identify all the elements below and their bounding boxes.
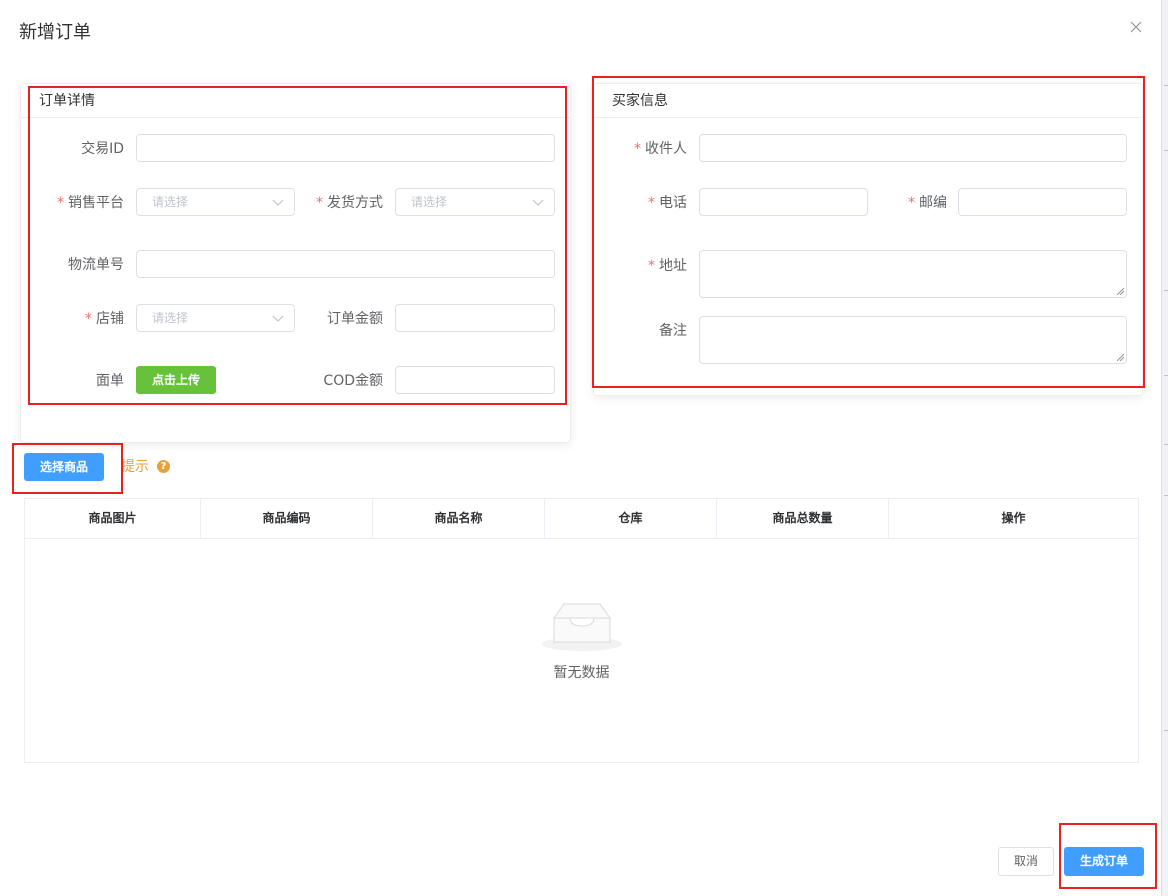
recipient-input[interactable] — [699, 134, 1127, 162]
chevron-down-icon — [272, 199, 284, 206]
close-icon[interactable] — [1127, 18, 1145, 36]
waybill-label: 面单 — [96, 373, 124, 389]
resize-grip-icon[interactable] — [1117, 354, 1124, 361]
platform-select-placeholder: 请选择 — [152, 195, 189, 209]
tracking-number-label: 物流单号 — [68, 257, 124, 273]
address-textarea[interactable] — [699, 250, 1127, 298]
transaction-id-label: 交易ID — [81, 141, 124, 157]
empty-data-text: 暂无数据 — [553, 665, 610, 681]
cod-amount-input[interactable] — [395, 366, 555, 394]
remark-textarea[interactable] — [699, 316, 1127, 364]
shipping-method-select[interactable]: 请选择 — [395, 188, 555, 216]
cancel-button[interactable]: 取消 — [998, 847, 1054, 876]
postcode-input[interactable] — [958, 188, 1127, 216]
recipient-label: * 收件人 — [634, 141, 687, 157]
order-amount-label: 订单金额 — [327, 311, 383, 327]
resize-grip-icon[interactable] — [1117, 288, 1124, 295]
phone-input[interactable] — [699, 188, 868, 216]
platform-label: * 销售平台 — [57, 195, 124, 211]
buyer-info-title: 买家信息 — [594, 84, 1142, 118]
empty-box-icon — [542, 603, 622, 651]
background-page-edge — [1161, 0, 1168, 896]
shipping-method-label: * 发货方式 — [316, 195, 383, 211]
create-order-button[interactable]: 生成订单 — [1064, 847, 1144, 876]
tracking-number-input[interactable] — [136, 250, 555, 278]
chevron-down-icon — [532, 199, 544, 206]
column-header-quantity: 商品总数量 — [717, 499, 889, 538]
column-header-actions: 操作 — [1001, 511, 1026, 525]
order-amount-input[interactable] — [395, 304, 555, 332]
column-header-warehouse: 仓库 — [545, 499, 717, 538]
store-label: * 店铺 — [85, 311, 124, 327]
platform-select[interactable]: 请选择 — [136, 188, 295, 216]
address-label: * 地址 — [648, 258, 687, 274]
cod-amount-label: COD金额 — [323, 373, 383, 389]
store-select-placeholder: 请选择 — [152, 311, 189, 325]
goods-table-header: 商品图片 商品编码 商品名称 仓库 商品总数量 操作 — [25, 499, 1138, 539]
select-goods-button[interactable]: 选择商品 — [24, 453, 104, 481]
shipping-method-placeholder: 请选择 — [411, 195, 448, 209]
transaction-id-input[interactable] — [136, 134, 555, 162]
upload-waybill-button[interactable]: 点击上传 — [136, 366, 216, 394]
dialog-title: 新增订单 — [19, 22, 91, 43]
question-circle-icon[interactable]: ? — [157, 460, 170, 473]
column-header-code: 商品编码 — [201, 499, 373, 538]
column-header-name: 商品名称 — [373, 499, 545, 538]
store-select[interactable]: 请选择 — [136, 304, 295, 332]
order-details-title: 订单详情 — [21, 84, 570, 118]
postcode-label: * 邮编 — [908, 195, 947, 211]
hint-text: 提示 — [121, 459, 149, 475]
chevron-down-icon — [272, 315, 284, 322]
column-header-image: 商品图片 — [25, 499, 201, 538]
phone-label: * 电话 — [648, 195, 687, 211]
remark-label: 备注 — [659, 323, 687, 339]
